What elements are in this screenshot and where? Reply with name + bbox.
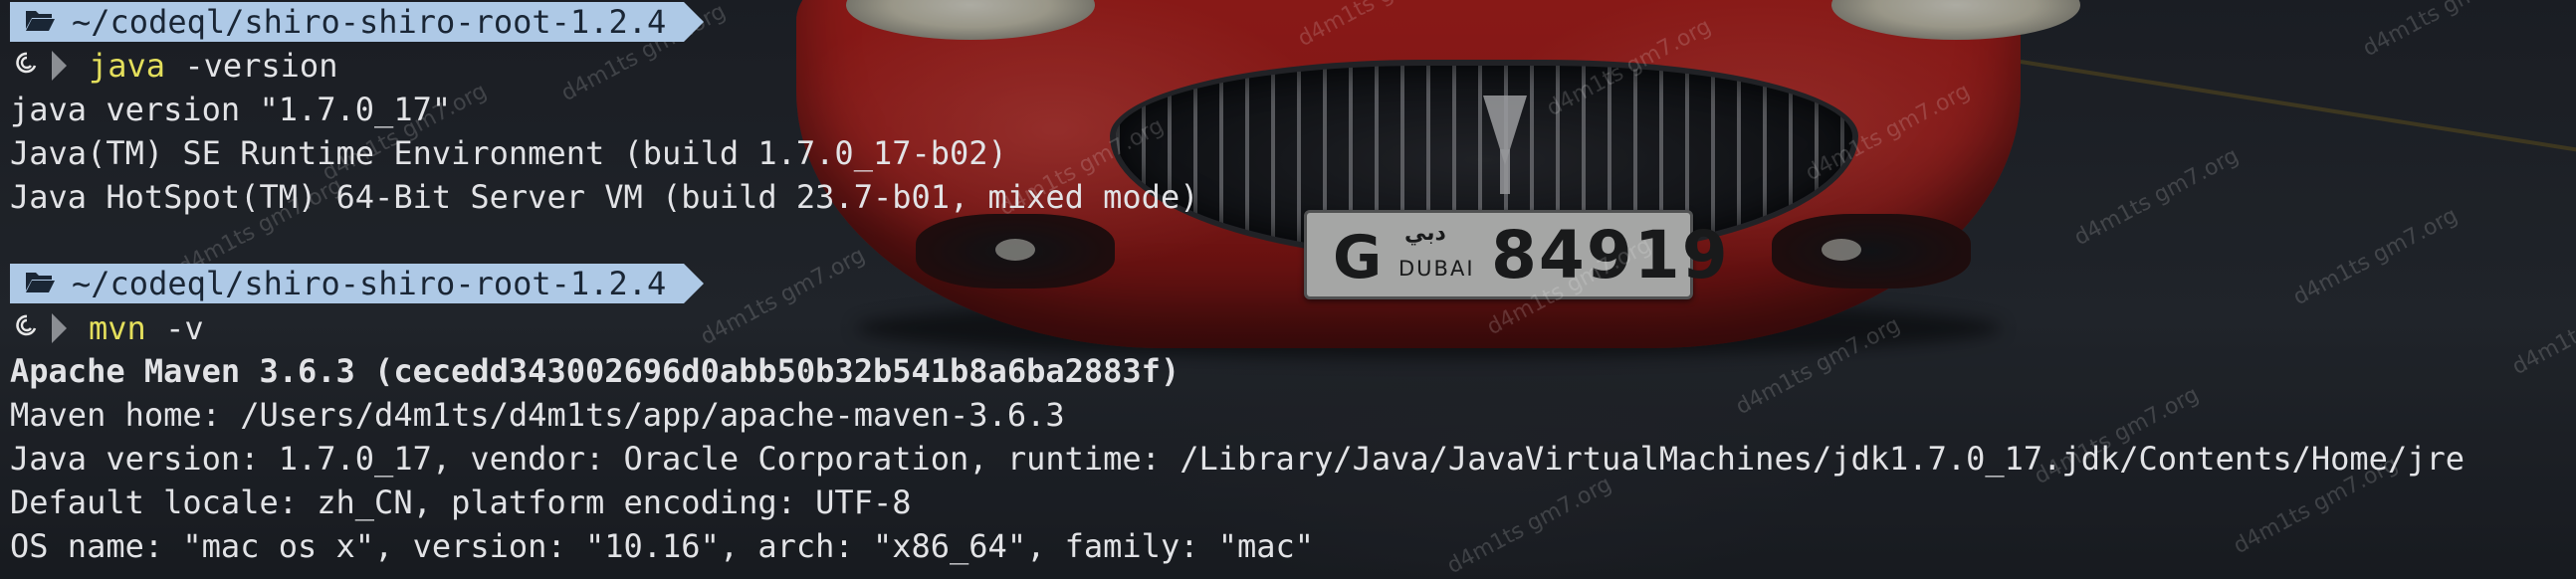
debian-swirl-icon — [10, 312, 44, 345]
debian-swirl-icon — [10, 50, 44, 83]
output-line: OS name: "mac os x", version: "10.16", a… — [10, 527, 1315, 565]
prompt-separator-icon — [52, 51, 67, 81]
command-name: mvn — [89, 309, 146, 347]
prompt-path-text: ~/codeql/shiro-shiro-root-1.2.4 — [72, 265, 667, 302]
prompt-arrow — [684, 2, 705, 42]
command-args: -v — [145, 309, 204, 347]
command-args: -version — [165, 47, 338, 85]
prompt-path-bar: ~/codeql/shiro-shiro-root-1.2.4 — [10, 2, 705, 42]
output-line: Maven home: /Users/d4m1ts/d4m1ts/app/apa… — [10, 396, 1065, 434]
command-line: java -version — [10, 44, 337, 88]
output-line: Java HotSpot(TM) 64-Bit Server VM (build… — [10, 178, 1199, 216]
folder-open-icon — [24, 3, 56, 41]
output-line: java version "1.7.0_17" — [10, 91, 452, 128]
output-line: Java(TM) SE Runtime Environment (build 1… — [10, 134, 1007, 172]
command-name: java — [89, 47, 166, 85]
folder-open-icon — [24, 265, 56, 302]
prompt-separator-icon — [52, 313, 67, 343]
prompt-path-segment: ~/codeql/shiro-shiro-root-1.2.4 — [10, 2, 685, 42]
output-line: Apache Maven 3.6.3 (cecedd343002696d0abb… — [10, 352, 1181, 390]
prompt-path-text: ~/codeql/shiro-shiro-root-1.2.4 — [72, 3, 667, 41]
terminal-output[interactable]: ~/codeql/shiro-shiro-root-1.2.4 java -ve… — [0, 0, 2576, 579]
command-line: mvn -v — [10, 306, 204, 350]
prompt-arrow — [684, 264, 705, 303]
output-line: Java version: 1.7.0_17, vendor: Oracle C… — [10, 440, 2465, 478]
prompt-path-bar: ~/codeql/shiro-shiro-root-1.2.4 — [10, 264, 705, 303]
output-line: Default locale: zh_CN, platform encoding… — [10, 483, 912, 521]
prompt-path-segment: ~/codeql/shiro-shiro-root-1.2.4 — [10, 264, 685, 303]
